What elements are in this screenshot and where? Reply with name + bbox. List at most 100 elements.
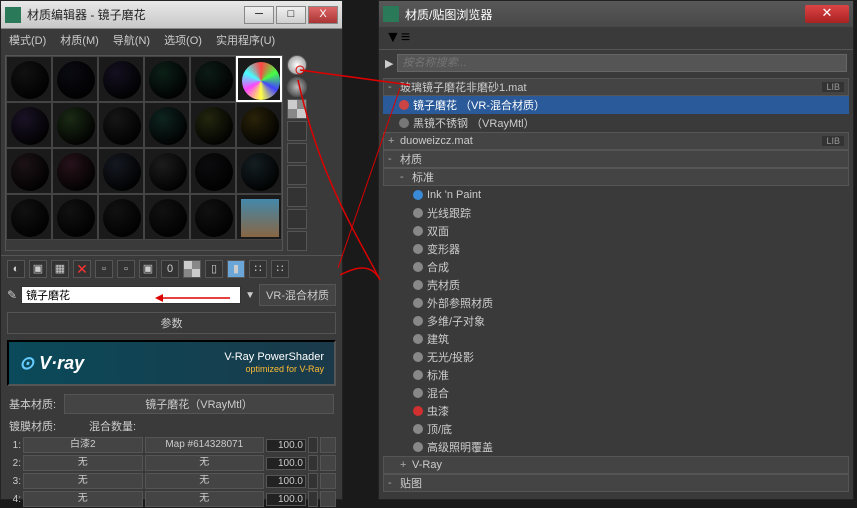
spinner[interactable] xyxy=(308,437,318,453)
mix-value[interactable]: 100.0 xyxy=(266,457,306,470)
close-button[interactable]: X xyxy=(308,6,338,24)
tree-item-std-6[interactable]: 外部参照材质 xyxy=(383,294,849,312)
swatch-16[interactable] xyxy=(190,148,236,194)
material-id-channel-icon[interactable]: 0 xyxy=(161,260,179,278)
mix-map-slot[interactable]: Map #614328071 xyxy=(145,437,265,453)
spinner[interactable] xyxy=(308,491,318,507)
swatch-6[interactable] xyxy=(6,102,52,148)
group-texture[interactable]: -贴图 xyxy=(383,474,849,492)
menu-util[interactable]: 实用程序(U) xyxy=(212,30,279,50)
swatch-7[interactable] xyxy=(52,102,98,148)
tree-item-std-3[interactable]: 变形器 xyxy=(383,240,849,258)
swatch-5[interactable] xyxy=(236,56,282,102)
tree-item-mat-0[interactable]: 镜子磨花 （VR-混合材质） xyxy=(383,96,849,114)
tree-item-std-8[interactable]: 建筑 xyxy=(383,330,849,348)
mix-map-slot[interactable]: 无 xyxy=(145,455,265,471)
mix-map-slot[interactable]: 无 xyxy=(145,491,265,507)
swatch-22[interactable] xyxy=(190,194,236,240)
name-dropdown-icon[interactable]: ▼ xyxy=(245,290,255,301)
group-duoweizcz[interactable]: +duoweizcz.matLIB xyxy=(383,132,849,150)
options-icon[interactable] xyxy=(287,187,307,207)
group-vray[interactable]: +V-Ray xyxy=(383,456,849,474)
swatch-8[interactable] xyxy=(98,102,144,148)
titlebar[interactable]: 材质编辑器 - 镜子磨花 ─ □ X xyxy=(1,1,342,29)
mix-value[interactable]: 100.0 xyxy=(266,493,306,506)
sample-type-icon[interactable] xyxy=(287,55,307,75)
search-input[interactable] xyxy=(397,54,847,72)
make-preview-icon[interactable] xyxy=(287,165,307,185)
coat-slot[interactable]: 无 xyxy=(23,473,143,489)
swatch-13[interactable] xyxy=(52,148,98,194)
group-standard[interactable]: -标准 xyxy=(383,168,849,186)
swatch-17[interactable] xyxy=(236,148,282,194)
tree-item-std-10[interactable]: 标准 xyxy=(383,366,849,384)
coat-slot[interactable]: 白漆2 xyxy=(23,437,143,453)
group-material[interactable]: -材质 xyxy=(383,150,849,168)
tree-item-std-13[interactable]: 顶/底 xyxy=(383,420,849,438)
material-id-icon[interactable] xyxy=(287,231,307,251)
show-end-result-icon[interactable]: ▯ xyxy=(205,260,223,278)
tree-item-std-2[interactable]: 双面 xyxy=(383,222,849,240)
base-material-button[interactable]: 镜子磨花（VRayMtl） xyxy=(64,394,334,414)
swatch-11[interactable] xyxy=(236,102,282,148)
menu-options[interactable]: 选项(O) xyxy=(160,30,206,50)
tree-item-std-11[interactable]: 混合 xyxy=(383,384,849,402)
backlight-icon[interactable] xyxy=(287,77,307,97)
tree-item-std-5[interactable]: 壳材质 xyxy=(383,276,849,294)
swatch-9[interactable] xyxy=(144,102,190,148)
mix-value[interactable]: 100.0 xyxy=(266,475,306,488)
make-copy-icon[interactable]: ▫ xyxy=(95,260,113,278)
mix-swatch[interactable] xyxy=(320,437,336,453)
reset-icon[interactable]: ✕ xyxy=(73,260,91,278)
swatch-21[interactable] xyxy=(144,194,190,240)
swatch-15[interactable] xyxy=(144,148,190,194)
go-forward-icon[interactable]: ∷ xyxy=(249,260,267,278)
tree-item-std-1[interactable]: 光线跟踪 xyxy=(383,204,849,222)
swatch-1[interactable] xyxy=(52,56,98,102)
go-sibling-icon[interactable]: ∷ xyxy=(271,260,289,278)
params-header[interactable]: 参数 xyxy=(7,312,336,334)
maximize-button[interactable]: □ xyxy=(276,6,306,24)
swatch-10[interactable] xyxy=(190,102,236,148)
minimize-button[interactable]: ─ xyxy=(244,6,274,24)
go-to-parent-icon[interactable]: ▮ xyxy=(227,260,245,278)
spinner[interactable] xyxy=(308,473,318,489)
swatch-18[interactable] xyxy=(6,194,52,240)
get-material-icon[interactable]: ◐ xyxy=(7,260,25,278)
swatch-0[interactable] xyxy=(6,56,52,102)
coat-slot[interactable]: 无 xyxy=(23,491,143,507)
browser-menu-icon[interactable]: ▼≡ xyxy=(385,29,410,46)
mix-swatch[interactable] xyxy=(320,473,336,489)
swatch-2[interactable] xyxy=(98,56,144,102)
swatch-20[interactable] xyxy=(98,194,144,240)
sample-uv-icon[interactable] xyxy=(287,121,307,141)
video-check-icon[interactable] xyxy=(287,143,307,163)
mix-swatch[interactable] xyxy=(320,455,336,471)
put-to-library-icon[interactable]: ▣ xyxy=(139,260,157,278)
make-unique-icon[interactable]: ▫ xyxy=(117,260,135,278)
tree-item-std-4[interactable]: 合成 xyxy=(383,258,849,276)
spinner[interactable] xyxy=(308,455,318,471)
tree-item-std-9[interactable]: 无光/投影 xyxy=(383,348,849,366)
menu-mode[interactable]: 模式(D) xyxy=(5,30,50,50)
tree-item-std-7[interactable]: 多维/子对象 xyxy=(383,312,849,330)
swatch-3[interactable] xyxy=(144,56,190,102)
put-to-scene-icon[interactable]: ▣ xyxy=(29,260,47,278)
show-shaded-icon[interactable] xyxy=(183,260,201,278)
tree-item-std-12[interactable]: 虫漆 xyxy=(383,402,849,420)
coat-slot[interactable]: 无 xyxy=(23,455,143,471)
tree-item-std-0[interactable]: Ink 'n Paint xyxy=(383,186,849,204)
swatch-23[interactable] xyxy=(236,194,282,240)
mix-swatch[interactable] xyxy=(320,491,336,507)
background-icon[interactable] xyxy=(287,99,307,119)
swatch-14[interactable] xyxy=(98,148,144,194)
mix-value[interactable]: 100.0 xyxy=(266,439,306,452)
select-by-mat-icon[interactable] xyxy=(287,209,307,229)
group-mat-file[interactable]: -玻璃镜子磨花非磨砂1.matLIB xyxy=(383,78,849,96)
material-type-button[interactable]: VR-混合材质 xyxy=(259,284,336,306)
menu-material[interactable]: 材质(M) xyxy=(56,30,103,50)
swatch-4[interactable] xyxy=(190,56,236,102)
swatch-12[interactable] xyxy=(6,148,52,194)
search-arrow-icon[interactable]: ▶ xyxy=(385,57,393,70)
assign-icon[interactable]: ▦ xyxy=(51,260,69,278)
